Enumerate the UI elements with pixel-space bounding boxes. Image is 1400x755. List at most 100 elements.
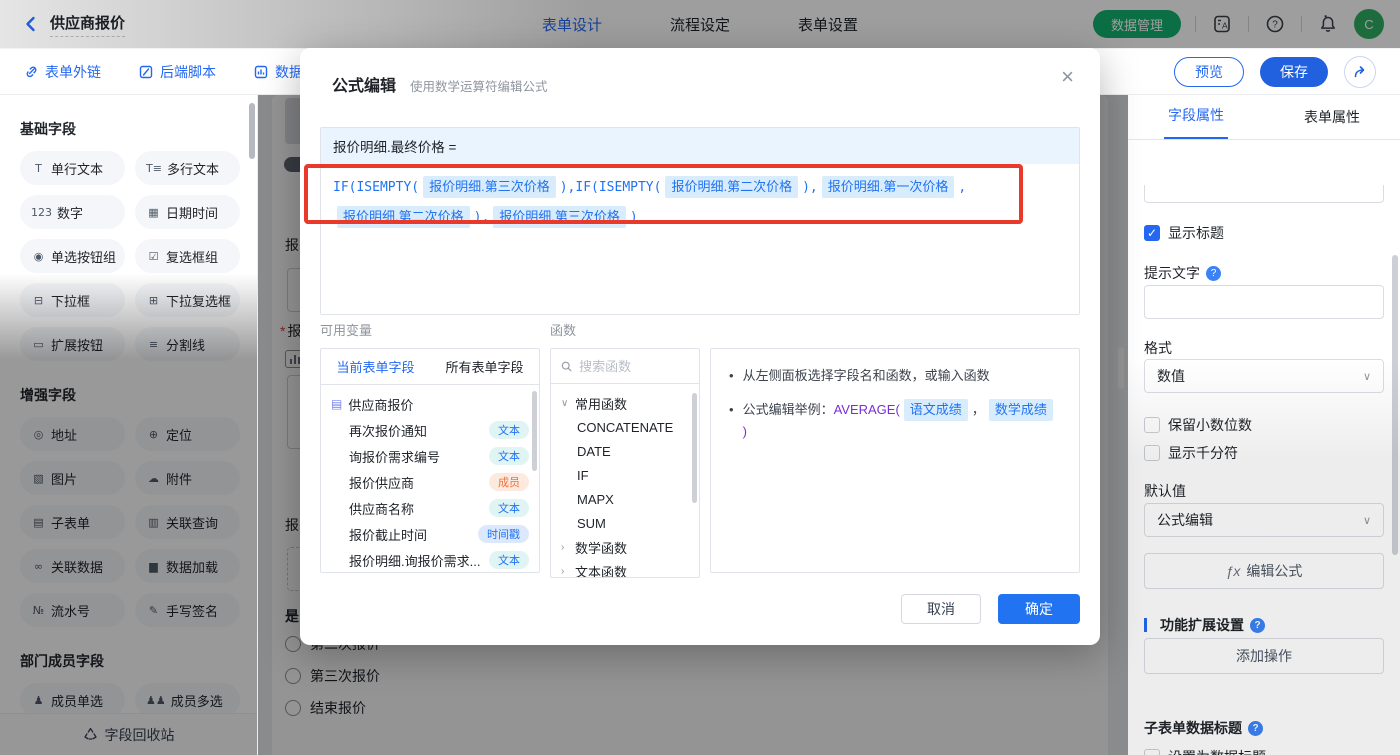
edit-formula-button[interactable]: ƒx 编辑公式 (1144, 553, 1384, 589)
modal-subtitle: 使用数学运算符编辑公式 (410, 80, 548, 94)
back-chevron-icon[interactable] (22, 15, 40, 33)
chevron-right-icon: › (561, 565, 565, 577)
share-button[interactable] (1344, 55, 1376, 88)
function-item[interactable]: CONCATENATE (551, 415, 699, 439)
field-subform[interactable]: ▤ 子表单 (20, 505, 125, 539)
variable-field-row[interactable]: 再次报价通知 文本 (321, 417, 539, 443)
close-icon[interactable]: × (1061, 66, 1074, 88)
field-multi-dropdown[interactable]: ⊞ 下拉复选框 (135, 283, 240, 317)
app-title[interactable]: 供应商报价 (50, 12, 126, 37)
function-search[interactable] (551, 349, 699, 384)
field-member-multi[interactable]: ♟♟ 成员多选 (135, 683, 240, 717)
panel-scrollbar[interactable] (1392, 255, 1398, 555)
tab-form-settings[interactable]: 表单设置 (798, 14, 858, 35)
show-title-checkbox-row[interactable]: ✓ 显示标题 (1144, 223, 1384, 243)
variables-scrollbar[interactable] (532, 391, 537, 471)
serial-number-icon: № (32, 603, 45, 617)
default-value-select[interactable]: 公式编辑 ∨ (1144, 503, 1384, 537)
tab-all-form-fields[interactable]: 所有表单字段 (430, 349, 539, 384)
modal-title: 公式编辑 (332, 78, 397, 95)
thousand-separator-checkbox-row[interactable]: 显示千分符 (1144, 443, 1384, 463)
form-external-link[interactable]: 表单外链 (24, 62, 101, 82)
confirm-button[interactable]: 确定 (998, 594, 1080, 624)
help-icon[interactable]: ? (1248, 720, 1263, 736)
field-data-load[interactable]: ▆ 数据加载 (135, 549, 240, 583)
preview-button[interactable]: 预览 (1174, 56, 1244, 87)
help-icon[interactable]: ? (1206, 265, 1221, 281)
field-recycle-bin[interactable]: 字段回收站 (0, 713, 257, 755)
checkbox-checked-icon[interactable]: ✓ (1144, 225, 1160, 241)
field-checkbox-group[interactable]: ☑ 复选框组 (135, 239, 240, 273)
function-item[interactable]: IF (551, 463, 699, 487)
checkbox-icon[interactable] (1144, 445, 1160, 461)
radio-option-third-quote[interactable]: 第三次报价 (285, 666, 380, 686)
formula-editor[interactable]: IF(ISEMPTY(报价明细.第三次价格),IF(ISEMPTY(报价明细.第… (321, 164, 1079, 314)
user-avatar[interactable]: C (1354, 9, 1384, 39)
field-datetime[interactable]: ▦ 日期时间 (135, 195, 240, 229)
field-dropdown[interactable]: ⊟ 下拉框 (20, 283, 125, 317)
field-address[interactable]: ◎ 地址 (20, 417, 125, 451)
field-location[interactable]: ⊕ 定位 (135, 417, 240, 451)
field-signature[interactable]: ✎ 手写签名 (135, 593, 240, 627)
field-single-line-text[interactable]: T 单行文本 (20, 151, 125, 185)
checkbox-icon[interactable] (1144, 749, 1160, 755)
format-select[interactable]: 数值 ∨ (1144, 359, 1384, 393)
field-member-single[interactable]: ♟ 成员单选 (20, 683, 125, 717)
radio-icon (285, 636, 301, 652)
formula-help-box: • 从左侧面板选择字段名和函数，或输入函数 • 公式编辑举例：AVERAGE(语文… (710, 348, 1080, 573)
field-radio-group[interactable]: ◉ 单选按钮组 (20, 239, 125, 273)
function-item[interactable]: MAPX (551, 487, 699, 511)
checkbox-icon[interactable] (1144, 417, 1160, 433)
field-multi-line-text[interactable]: T≡ 多行文本 (135, 151, 240, 185)
field-linked-query[interactable]: ▥ 关联查询 (135, 505, 240, 539)
data-manage-button[interactable]: 数据管理 (1092, 10, 1181, 38)
function-group-math[interactable]: › 数学函数 (551, 535, 699, 559)
variable-field-row[interactable]: 报价截止时间 时间戳 (321, 521, 539, 547)
hint-text-input[interactable] (1144, 285, 1384, 319)
variable-field-row[interactable]: 供应商名称 文本 (321, 495, 539, 521)
tab-form-properties[interactable]: 表单属性 (1264, 95, 1400, 139)
tab-field-properties[interactable]: 字段属性 (1128, 95, 1264, 139)
help-icon[interactable]: ? (1263, 12, 1287, 36)
help-icon[interactable]: ? (1250, 617, 1265, 633)
keep-decimals-checkbox-row[interactable]: 保留小数位数 (1144, 415, 1384, 435)
field-extend-button[interactable]: ▭ 扩展按钮 (20, 327, 125, 361)
save-button[interactable]: 保存 (1260, 56, 1328, 87)
field-linked-data[interactable]: ∞ 关联数据 (20, 549, 125, 583)
function-group-text[interactable]: › 文本函数 (551, 559, 699, 578)
functions-scrollbar[interactable] (692, 393, 697, 503)
field-number[interactable]: 123 数字 (20, 195, 125, 229)
field-attachment[interactable]: ☁ 附件 (135, 461, 240, 495)
function-item[interactable]: DATE (551, 439, 699, 463)
cancel-button[interactable]: 取消 (901, 594, 981, 624)
backend-script-link[interactable]: 后端脚本 (139, 62, 216, 82)
variable-tree-root[interactable]: ▤ 供应商报价 (321, 391, 539, 417)
tab-current-form-fields[interactable]: 当前表单字段 (321, 349, 430, 384)
add-action-button[interactable]: 添加操作 (1144, 638, 1384, 674)
function-item[interactable]: SUM (551, 511, 699, 535)
set-as-data-title-checkbox-row[interactable]: 设置为数据标题 (1144, 747, 1384, 755)
default-value-label: 默认值 (1144, 483, 1186, 499)
function-search-input[interactable] (579, 358, 689, 374)
section-accent-bar (1144, 618, 1147, 632)
formula-field-token: 报价明细.第三次价格 (493, 206, 626, 228)
formula-code-segment: ),IF(ISEMPTY( (559, 180, 662, 195)
variable-field-row[interactable]: 报价供应商 成员 (321, 469, 539, 495)
share-arrow-icon (1354, 65, 1365, 77)
field-serial-number[interactable]: № 流水号 (20, 593, 125, 627)
radio-option-end-quote[interactable]: 结束报价 (285, 698, 366, 718)
variable-field-row[interactable]: 报价明细.询报价需求... 文本 (321, 547, 539, 572)
manual-book-icon[interactable]: A (1210, 12, 1234, 36)
number-icon: 123 (31, 205, 52, 219)
sidebar-scrollbar[interactable] (249, 103, 255, 159)
notification-bell-icon[interactable] (1316, 12, 1340, 36)
clipped-input[interactable] (1144, 185, 1384, 203)
variable-field-row[interactable]: 询报价需求编号 文本 (321, 443, 539, 469)
tab-form-design[interactable]: 表单设计 (542, 14, 602, 35)
tab-flow-settings[interactable]: 流程设定 (670, 14, 730, 35)
canvas-scrollbar[interactable] (1118, 347, 1124, 389)
divider-icon: ≡ (148, 337, 159, 351)
field-image[interactable]: ▧ 图片 (20, 461, 125, 495)
field-divider[interactable]: ≡ 分割线 (135, 327, 240, 361)
function-group-common[interactable]: ∨ 常用函数 (551, 391, 699, 415)
